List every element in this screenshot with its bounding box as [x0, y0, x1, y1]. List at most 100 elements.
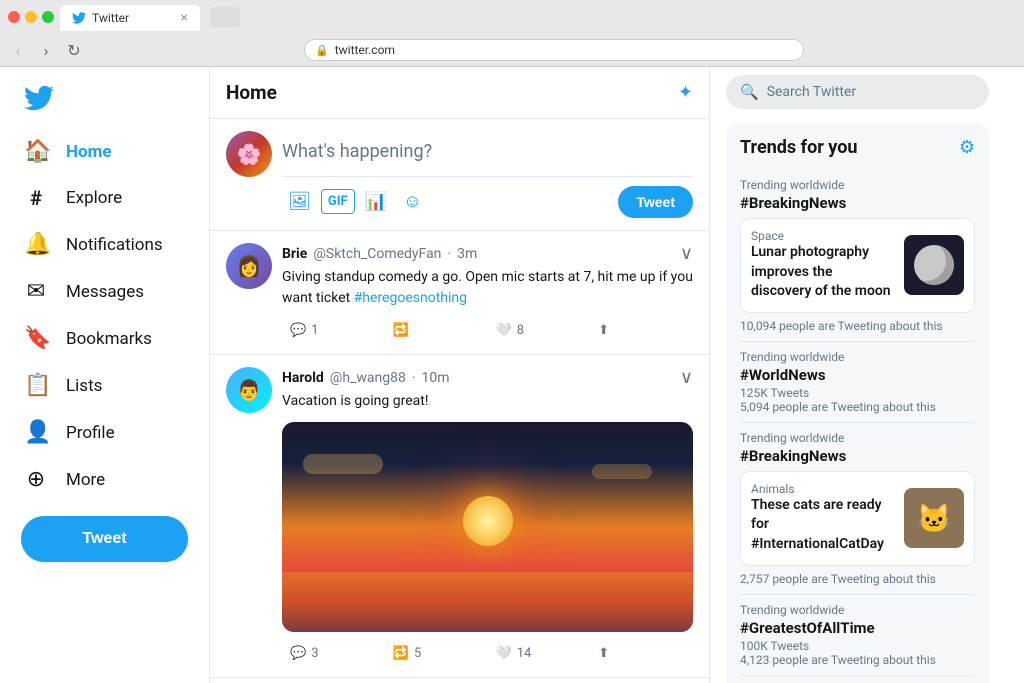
tweet-button[interactable]: Tweet: [21, 516, 188, 562]
like-button[interactable]: 🤍 8: [488, 319, 591, 342]
water-reflection: [282, 572, 693, 632]
like-button[interactable]: 🤍 14: [488, 642, 591, 665]
tweet-header-left: Harold @h_wang88 · 10m: [282, 370, 450, 386]
trend-label: Trending worldwide: [740, 603, 975, 617]
browser-addressbar: ‹ › ↻ 🔒 twitter.com: [0, 34, 1024, 66]
comment-icon: 💬: [290, 323, 306, 338]
new-tab-button[interactable]: [210, 7, 240, 27]
url-bar[interactable]: 🔒 twitter.com: [304, 39, 804, 61]
close-window-button[interactable]: [8, 11, 20, 23]
compose-emoji-button[interactable]: ☺: [397, 185, 427, 218]
right-sidebar: 🔍 Search Twitter Trends for you ⚙ Trendi…: [710, 67, 1005, 683]
share-icon: ⬆: [598, 323, 609, 338]
avatar-image: 👩: [237, 254, 262, 278]
trend-card-category: Animals: [751, 482, 894, 496]
sidebar-item-explore[interactable]: # Explore: [12, 176, 197, 220]
tweet-time: ·: [412, 370, 416, 386]
forward-button[interactable]: ›: [36, 40, 56, 60]
sidebar-item-profile[interactable]: 👤 Profile: [12, 410, 197, 455]
tweet-time: ·: [447, 246, 451, 262]
tweet-more-button[interactable]: ∨: [680, 367, 693, 388]
share-button[interactable]: ⬆: [590, 319, 693, 342]
trend-label: Trending worldwide: [740, 431, 975, 445]
trend-card[interactable]: Animals These cats are ready for #Intern…: [740, 471, 975, 566]
comment-button[interactable]: 💬 1: [282, 319, 385, 342]
refresh-button[interactable]: ↻: [64, 40, 84, 60]
trend-card-image: 🐱: [904, 488, 964, 548]
tweet-avatar: 👩: [226, 243, 272, 289]
trend-name: #WorldNews: [740, 366, 975, 384]
compose-poll-button[interactable]: 📊: [359, 185, 393, 218]
sidebar-item-lists[interactable]: 📋 Lists: [12, 363, 197, 408]
lists-icon: 📋: [24, 373, 48, 398]
sidebar-item-home[interactable]: 🏠 Home: [12, 129, 197, 174]
sidebar-home-label: Home: [66, 142, 112, 162]
trend-card-content: Space Lunar photography improves the dis…: [751, 229, 894, 302]
sidebar-profile-label: Profile: [66, 423, 115, 443]
comment-button[interactable]: 💬 3: [282, 642, 385, 665]
compose-avatar-image: 🌸: [237, 142, 262, 166]
twitter-favicon: [72, 11, 86, 25]
trend-label: Trending worldwide: [740, 178, 975, 192]
retweet-icon: 🔁: [393, 646, 409, 661]
tweet-author-name: Harold: [282, 370, 324, 386]
tweet-text: Vacation is going great!: [282, 391, 693, 412]
compose-actions: 🖼 GIF 📊 ☺ Tweet: [282, 176, 693, 218]
tweet-actions: 💬 3 🔁 5 🤍 14 ⬆: [282, 642, 693, 665]
compose-image-button[interactable]: 🖼: [282, 185, 317, 218]
tweet-hashtag-link[interactable]: #heregoesnothing: [354, 290, 467, 306]
compose-gif-button[interactable]: GIF: [321, 189, 355, 214]
tweet-timestamp: 10m: [422, 370, 450, 386]
notifications-icon: 🔔: [24, 232, 48, 257]
sparkles-icon[interactable]: ✦: [678, 82, 693, 103]
sidebar-item-messages[interactable]: ✉ Messages: [12, 269, 197, 314]
cat-image: 🐱: [904, 488, 964, 548]
minimize-window-button[interactable]: [25, 11, 37, 23]
tweet-more-button[interactable]: ∨: [680, 243, 693, 264]
trend-detail: 4,123 people are Tweeting about this: [740, 653, 975, 667]
tweet-header: Brie @Sktch_ComedyFan · 3m ∨: [282, 243, 693, 264]
tweet-avatar: 👨: [226, 367, 272, 413]
trends-title: Trends for you: [740, 137, 857, 158]
tweet-body: Brie @Sktch_ComedyFan · 3m ∨ Giving stan…: [282, 243, 693, 342]
sidebar-notifications-label: Notifications: [66, 235, 163, 255]
search-bar[interactable]: 🔍 Search Twitter: [726, 75, 989, 109]
trends-header: Trends for you ⚙: [740, 137, 975, 158]
tweet-card: 👩 andrea 🌺 @andy_landerson · 3m ∨ How ma…: [210, 678, 709, 683]
trend-item[interactable]: Trending worldwide #BreakingNews Space L…: [740, 170, 975, 342]
browser-titlebar: Twitter ×: [0, 0, 1024, 34]
tweet-header: Harold @h_wang88 · 10m ∨: [282, 367, 693, 388]
browser-chrome: Twitter × ‹ › ↻ 🔒 twitter.com: [0, 0, 1024, 67]
trends-settings-icon[interactable]: ⚙: [959, 137, 975, 158]
sidebar-messages-label: Messages: [66, 282, 144, 302]
trend-card[interactable]: Space Lunar photography improves the dis…: [740, 218, 975, 313]
tweet-text-content: Giving standup comedy a go. Open mic sta…: [282, 269, 693, 306]
trend-card-category: Space: [751, 229, 894, 243]
back-button[interactable]: ‹: [8, 40, 28, 60]
twitter-logo[interactable]: [12, 75, 197, 125]
tweet-body: Harold @h_wang88 · 10m ∨ Vacation is goi…: [282, 367, 693, 665]
browser-tab[interactable]: Twitter ×: [60, 5, 200, 31]
show-more-link[interactable]: Show more: [740, 676, 975, 683]
sidebar-item-bookmarks[interactable]: 🔖 Bookmarks: [12, 316, 197, 361]
compose-tweet-button[interactable]: Tweet: [618, 186, 693, 218]
trend-detail: 5,094 people are Tweeting about this: [740, 400, 975, 414]
trend-item[interactable]: Trending worldwide #WorldNews 125K Tweet…: [740, 342, 975, 423]
sunset-image: [282, 422, 693, 632]
trend-item[interactable]: Trending worldwide #BreakingNews Animals…: [740, 423, 975, 595]
comment-icon: 💬: [290, 646, 306, 661]
moon-image: [904, 235, 964, 295]
maximize-window-button[interactable]: [42, 11, 54, 23]
close-tab-button[interactable]: ×: [181, 10, 188, 26]
retweet-button[interactable]: 🔁 5: [385, 642, 488, 665]
retweet-button[interactable]: 🔁: [385, 319, 488, 342]
share-button[interactable]: ⬆: [590, 642, 693, 665]
sidebar-item-more[interactable]: ⊕ More: [12, 457, 197, 502]
compose-placeholder[interactable]: What's happening?: [282, 131, 693, 172]
sidebar-item-notifications[interactable]: 🔔 Notifications: [12, 222, 197, 267]
twitter-app: 🏠 Home # Explore 🔔 Notifications ✉ Messa…: [0, 67, 1024, 683]
like-icon: 🤍: [496, 646, 512, 661]
url-text: twitter.com: [335, 43, 395, 57]
explore-icon: #: [24, 186, 48, 210]
trend-item[interactable]: Trending worldwide #GreatestOfAllTime 10…: [740, 595, 975, 676]
